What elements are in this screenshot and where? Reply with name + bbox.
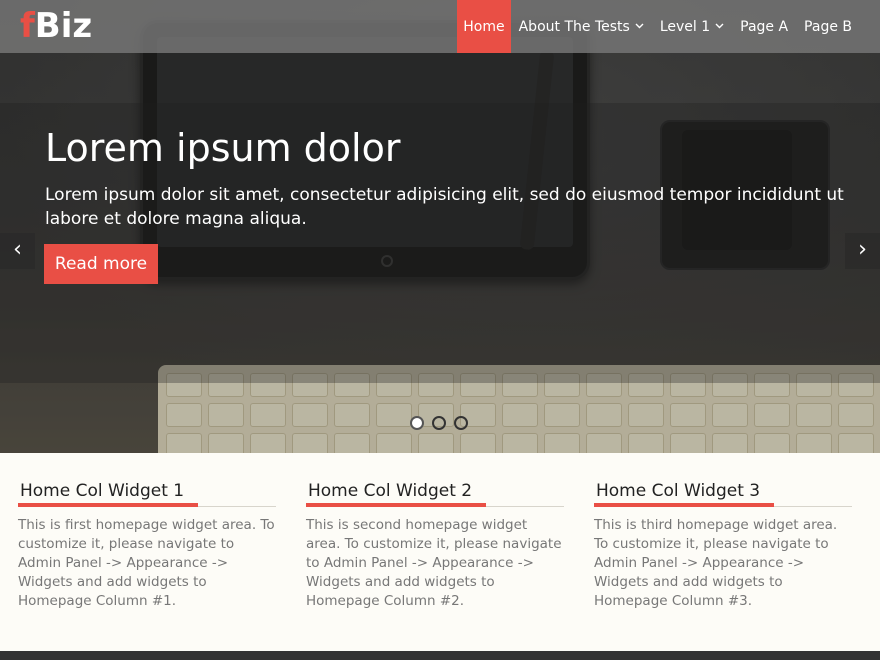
- home-widgets: Home Col Widget 1 This is first homepage…: [0, 453, 880, 651]
- nav-item-label: About The Tests: [518, 18, 630, 35]
- nav-item-home[interactable]: Home: [457, 0, 511, 53]
- widget-text: This is second homepage widget area. To …: [306, 517, 562, 609]
- widget-title-underline: [594, 503, 852, 507]
- widget-text: This is first homepage widget area. To c…: [18, 517, 275, 609]
- nav-item-label: Page A: [740, 18, 789, 35]
- nav-item-page-b[interactable]: Page B: [796, 0, 860, 53]
- read-more-button[interactable]: Read more: [44, 244, 158, 284]
- logo-accent: f: [20, 6, 35, 46]
- home-widget-1: Home Col Widget 1 This is first homepage…: [18, 480, 276, 611]
- widget-title-underline: [306, 503, 564, 507]
- site-header: fBiz Home About The Tests Level 1 Page A…: [0, 0, 880, 53]
- nav-item-label: Page B: [804, 18, 852, 35]
- slider-dot-1[interactable]: [410, 416, 424, 430]
- nav-item-label: Level 1: [659, 18, 711, 35]
- nav-item-about-the-tests[interactable]: About The Tests: [511, 0, 652, 53]
- widget-title: Home Col Widget 1: [20, 481, 185, 501]
- slider-next-button[interactable]: ›: [845, 233, 880, 269]
- site-logo[interactable]: fBiz: [20, 6, 92, 46]
- chevron-down-icon: [635, 21, 644, 32]
- widget-text: This is third homepage widget area. To c…: [594, 517, 838, 609]
- logo-text: Biz: [34, 6, 93, 46]
- nav-item-level-1[interactable]: Level 1: [652, 0, 732, 53]
- widget-title: Home Col Widget 2: [308, 481, 473, 501]
- slide-title: Lorem ipsum dolor: [45, 126, 401, 170]
- home-widget-2: Home Col Widget 2 This is second homepag…: [306, 480, 564, 611]
- slide-text: Lorem ipsum dolor sit amet, consectetur …: [45, 185, 844, 229]
- slider-dot-3[interactable]: [454, 416, 468, 430]
- nav-item-label: Home: [463, 18, 505, 35]
- main-nav: Home About The Tests Level 1 Page A Page…: [457, 0, 860, 53]
- slider-dot-2[interactable]: [432, 416, 446, 430]
- footer-bar: [0, 651, 880, 660]
- chevron-down-icon: [715, 21, 724, 32]
- slider-prev-button[interactable]: ‹: [0, 233, 35, 269]
- hero-slider: Lorem ipsum dolor Lorem ipsum dolor sit …: [0, 0, 880, 453]
- nav-item-page-a[interactable]: Page A: [732, 0, 796, 53]
- widget-title: Home Col Widget 3: [596, 481, 761, 501]
- chevron-left-icon: ‹: [13, 237, 22, 262]
- widget-title-underline: [18, 503, 276, 507]
- slider-pagination: [410, 416, 468, 430]
- home-widget-3: Home Col Widget 3 This is third homepage…: [594, 480, 852, 611]
- chevron-right-icon: ›: [858, 237, 867, 262]
